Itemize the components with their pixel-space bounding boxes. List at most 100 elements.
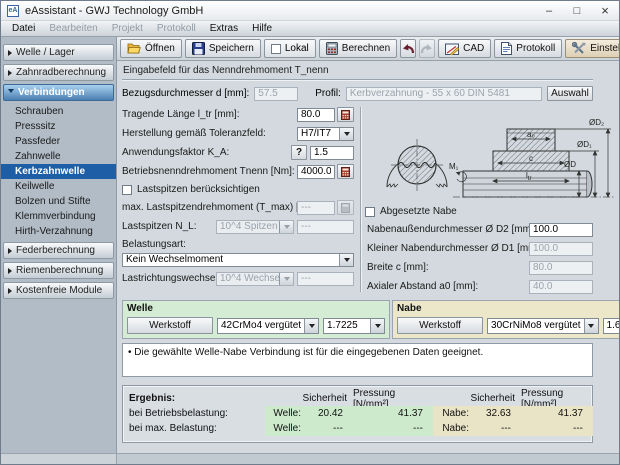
collapsed-arrow-icon [8, 50, 12, 56]
sidebar-item-presssitz[interactable]: Presssitz [1, 119, 116, 134]
title-bar: eA eAssistant - GWJ Technology GmbH – □ … [1, 1, 619, 21]
collapsed-arrow-icon [8, 268, 12, 274]
nabenaussendurchmesser-label: Nabenaußendurchmesser Ø D2 [mm]: [365, 224, 529, 235]
sidebar-item-zahnwelle[interactable]: Zahnwelle [1, 149, 116, 164]
sidebar-group-welle-lager[interactable]: Welle / Lager [3, 44, 114, 61]
close-button[interactable]: × [591, 1, 619, 20]
dropdown-arrow-icon[interactable] [339, 254, 353, 266]
open-folder-icon [127, 42, 141, 55]
lastrichtungswechsel-input [297, 272, 354, 286]
dropdown-arrow-icon [279, 273, 293, 285]
nabe-panel: Nabe Werkstoff 30CrNiMo8 vergütet 1.6580 [392, 300, 619, 339]
undo-button[interactable] [400, 39, 416, 58]
tools-icon [572, 42, 586, 55]
toleranzfeld-select[interactable]: H7/IT7 [297, 127, 354, 141]
nabe-title: Nabe [397, 303, 619, 314]
belastungsart-label: Belastungsart: [122, 239, 354, 250]
sidebar-group-kostenfreie-module[interactable]: Kostenfreie Module [3, 282, 114, 299]
result-row-label: bei max. Belastung: [129, 421, 265, 436]
nabe-werkstoff-button[interactable]: Werkstoff [397, 317, 483, 334]
app-window: eA eAssistant - GWJ Technology GmbH – □ … [0, 0, 620, 465]
floppy-disk-icon [192, 42, 205, 55]
cad-button[interactable]: CAD [438, 39, 491, 58]
sidebar-item-schrauben[interactable]: Schrauben [1, 104, 116, 119]
lokal-checkbox[interactable] [271, 44, 281, 54]
redo-button [419, 39, 435, 58]
sidebar-item-hirth-verzahnung[interactable]: Hirth-Verzahnung [1, 224, 116, 239]
dropdown-arrow-icon[interactable] [339, 128, 353, 140]
menu-datei[interactable]: Datei [5, 22, 42, 35]
kleiner-nabendurchmesser-input [529, 242, 593, 256]
welle-werkstoff-button[interactable]: Werkstoff [127, 317, 213, 334]
lastspitzen-nl-input [297, 220, 354, 234]
lokal-toggle-group: Lokal [264, 39, 316, 58]
nabe-sicherheit-betrieb: 32.63 [475, 406, 521, 421]
berechnen-button[interactable]: Berechnen [319, 39, 397, 58]
sidebar-group-federberechnung[interactable]: Federberechnung [3, 242, 114, 259]
nabenaussendurchmesser-input[interactable] [529, 223, 593, 237]
nabe-material-select[interactable]: 30CrNiMo8 vergütet [487, 318, 598, 334]
belastungsart-select[interactable]: Kein Wechselmoment [122, 253, 354, 267]
sidebar-item-bolzen-und-stifte[interactable]: Bolzen und Stifte [1, 194, 116, 209]
undo-arrow-icon [401, 43, 415, 54]
sidebar-item-keilwelle[interactable]: Keilwelle [1, 179, 116, 194]
tragende-laenge-input[interactable] [297, 108, 335, 122]
tragende-laenge-calc-button[interactable] [337, 107, 354, 122]
einstellungen-button[interactable]: Einstellungen [565, 39, 620, 58]
dropdown-arrow-icon[interactable] [370, 319, 384, 333]
results-panel: Ergebnis: Sicherheit Pressung [N/mm²] Si… [122, 385, 593, 443]
dropdown-arrow-icon[interactable] [584, 319, 598, 333]
betriebsnenndrehmoment-calc-button[interactable] [337, 164, 354, 179]
bezugsdurchmesser-input [254, 87, 298, 101]
welle-material-select[interactable]: 42CrMo4 vergütet [217, 318, 319, 334]
lastspitzen-nl-unit-select: 10^4 Spitzen [216, 220, 294, 234]
save-button[interactable]: Speichern [185, 39, 261, 58]
sidebar-group-verbindungen[interactable]: Verbindungen [3, 84, 114, 101]
minimize-button[interactable]: – [535, 1, 563, 20]
welle-pressung-max: --- [353, 421, 433, 436]
menu-projekt: Projekt [105, 22, 150, 35]
dropdown-arrow-icon[interactable] [304, 319, 318, 333]
welle-panel: Welle Werkstoff 42CrMo4 vergütet 1.7225 [122, 300, 390, 339]
collapsed-arrow-icon [8, 288, 12, 294]
betriebsnenndrehmoment-input[interactable] [297, 165, 335, 179]
sidebar-item-klemmverbindung[interactable]: Klemmverbindung [1, 209, 116, 224]
nabe-pressung-max: --- [521, 421, 593, 436]
auswahl-button[interactable]: Auswahl [547, 86, 593, 101]
calculator-icon [341, 167, 350, 177]
protokoll-button[interactable]: Protokoll [494, 39, 562, 58]
dim-d2-label: ØD₂ [589, 118, 604, 127]
nabe-sicherheit-max: --- [475, 421, 521, 436]
sidebar-group-zahnradberechnung[interactable]: Zahnradberechnung [3, 64, 114, 81]
menu-extras[interactable]: Extras [203, 22, 245, 35]
collapsed-arrow-icon [8, 70, 12, 76]
dim-d1-label: ØD₁ [577, 140, 592, 149]
menu-hilfe[interactable]: Hilfe [245, 22, 279, 35]
nabe-material-number-select[interactable]: 1.6580 [603, 318, 619, 334]
betriebsnenndrehmoment-label: Betriebsnenndrehmoment Tnenn [Nm]: [122, 166, 297, 177]
welle-title: Welle [127, 303, 385, 314]
sidebar-group-riemenberechnung[interactable]: Riemenberechnung [3, 262, 114, 279]
calculator-icon [341, 203, 350, 213]
col-pressung-nabe: Pressung [N/mm²] [521, 391, 593, 406]
anwendungsfaktor-help-button[interactable]: ? [291, 145, 307, 160]
lastspitzen-label: Lastspitzen berücksichtigen [137, 184, 260, 195]
status-bar [1, 453, 619, 464]
lastspitzen-checkbox[interactable] [122, 185, 132, 195]
document-icon [501, 42, 512, 55]
sidebar-item-passfeder[interactable]: Passfeder [1, 134, 116, 149]
axialer-abstand-label: Axialer Abstand a0 [mm]: [365, 281, 529, 292]
open-button[interactable]: Öffnen [120, 39, 182, 58]
status-line: Eingabefeld für das Nenndrehmoment T_nen… [122, 61, 593, 80]
results-title: Ergebnis: [129, 391, 265, 406]
toleranzfeld-label: Herstellung gemäß Toleranzfeld: [122, 128, 297, 139]
maximize-button[interactable]: □ [563, 1, 591, 20]
anwendungsfaktor-input[interactable] [310, 146, 354, 160]
cad-drawing-icon [445, 42, 459, 55]
welle-material-number-select[interactable]: 1.7225 [323, 318, 385, 334]
result-row-label: bei Betriebsbelastung: [129, 406, 265, 421]
sidebar-item-kerbzahnwelle[interactable]: Kerbzahnwelle [1, 164, 116, 179]
abgesetzte-nabe-checkbox[interactable] [365, 207, 375, 217]
dim-c-label: c [529, 154, 533, 163]
calculator-icon [326, 42, 338, 55]
